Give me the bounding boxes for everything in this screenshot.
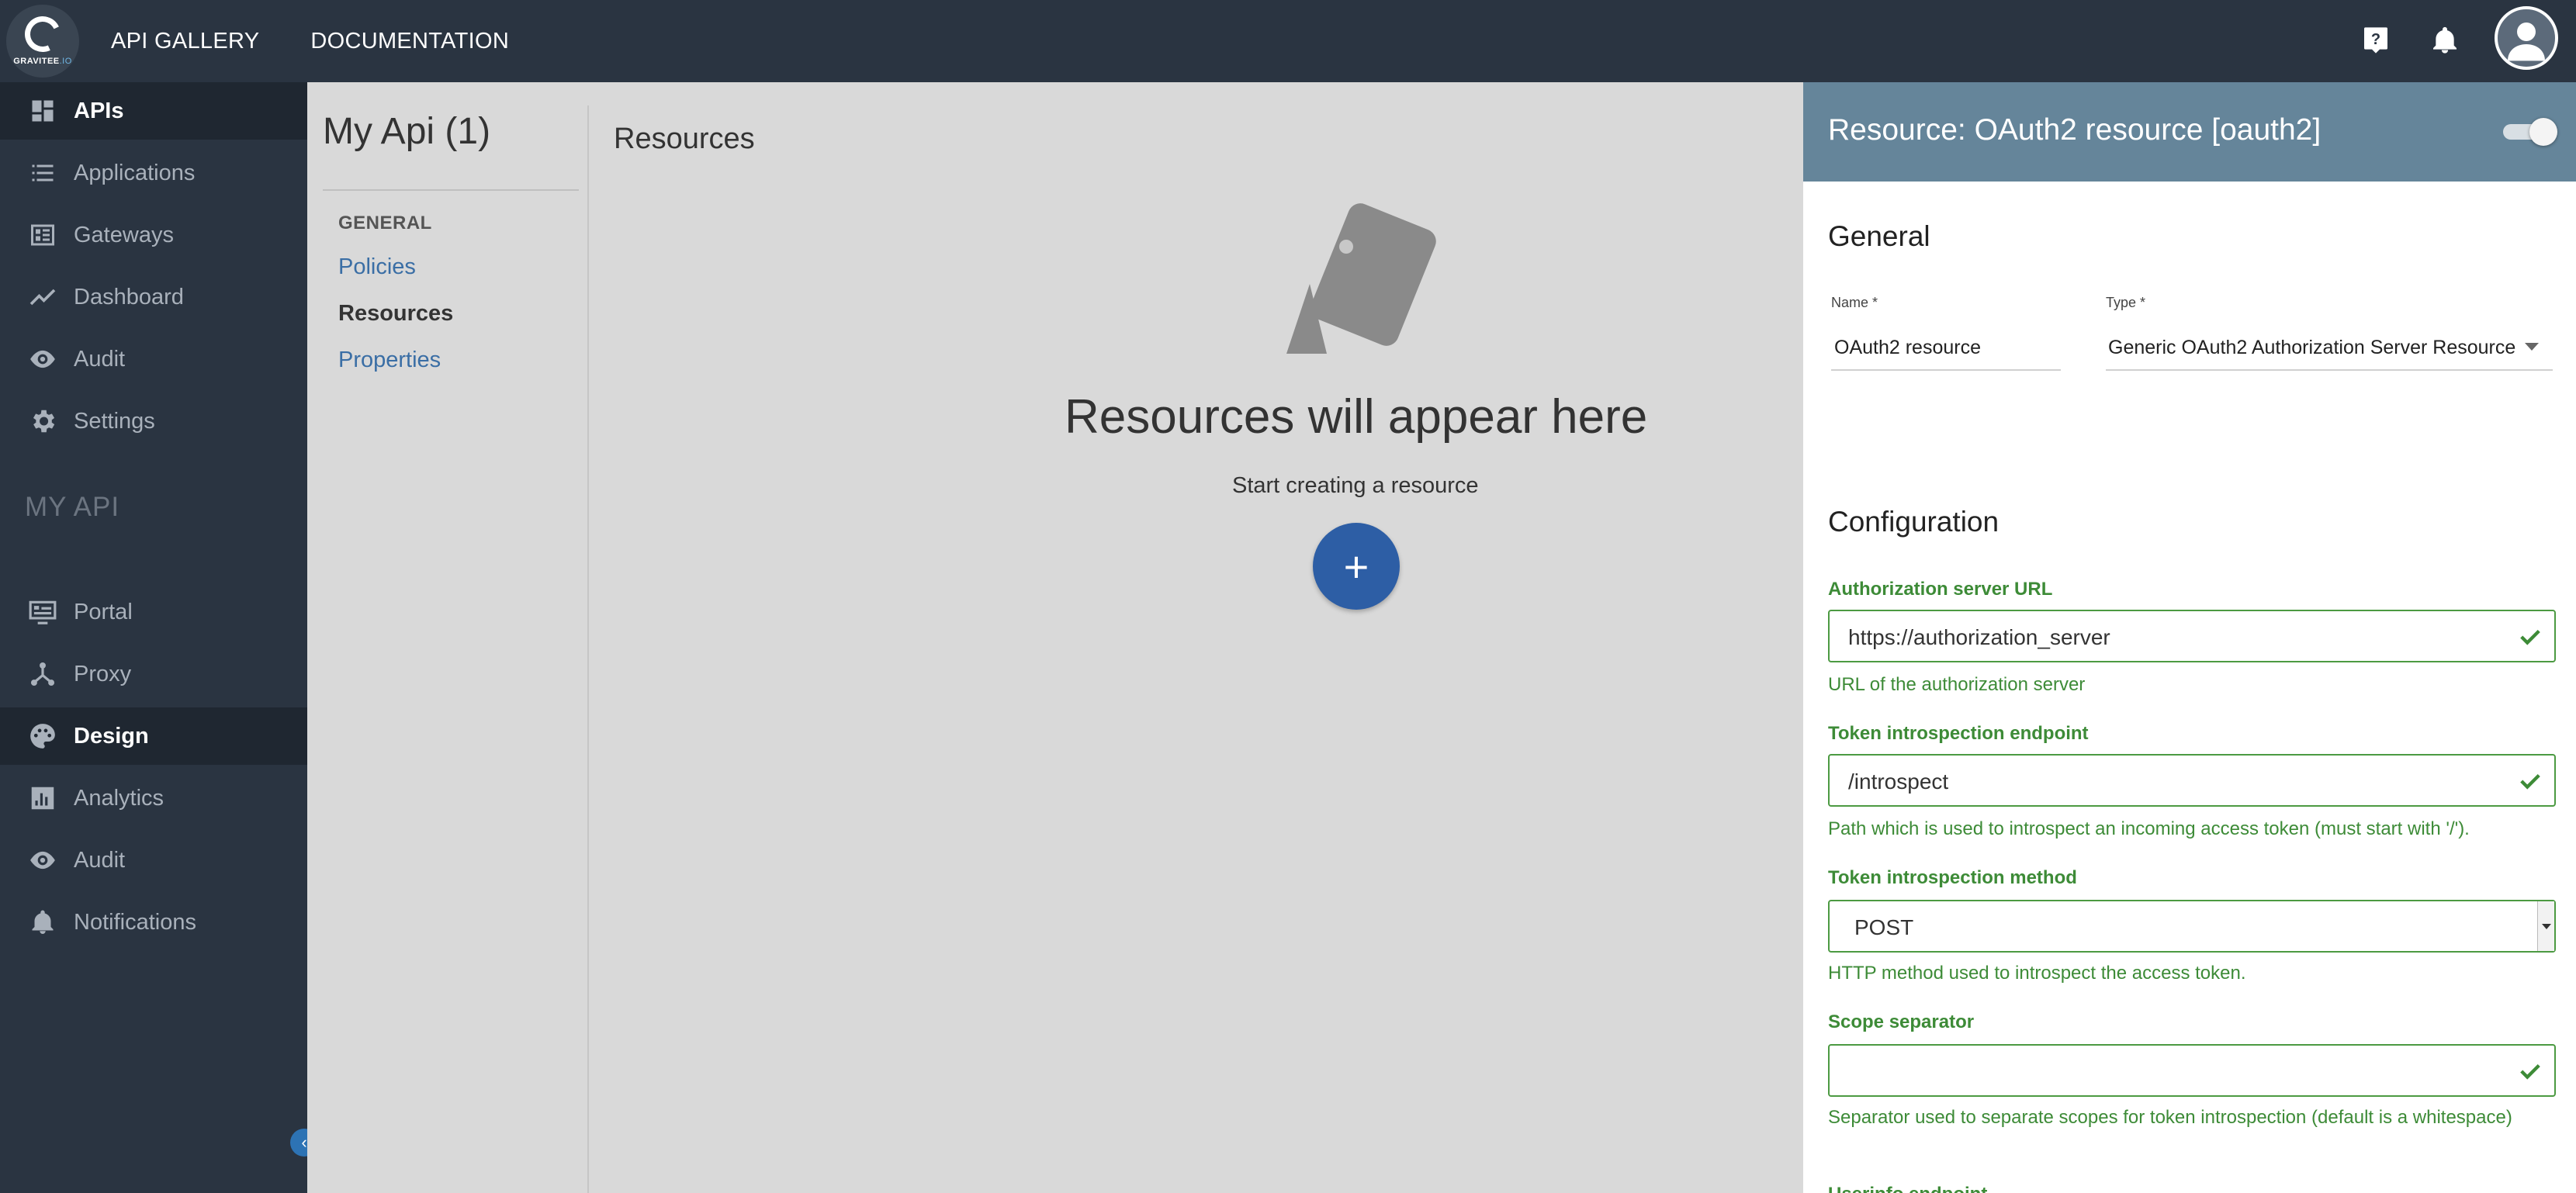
name-label: Name * xyxy=(1831,295,1878,310)
list-icon xyxy=(26,157,59,189)
nav-link-policies[interactable]: Policies xyxy=(338,254,416,280)
sidebar-item-design[interactable]: Design xyxy=(0,707,307,765)
chevron-left-icon: ‹ xyxy=(301,1132,307,1152)
sidebar-item-notifications[interactable]: Notifications xyxy=(0,894,307,951)
general-heading: General xyxy=(1828,220,1930,252)
scope-separator-label: Scope separator xyxy=(1828,1011,1975,1032)
type-label: Type * xyxy=(2106,295,2146,310)
help-icon[interactable]: ? xyxy=(2360,25,2391,56)
eye-icon xyxy=(26,343,59,375)
trending-icon xyxy=(26,281,59,313)
sidebar-item-analytics[interactable]: Analytics xyxy=(0,769,307,827)
logo-mark-icon xyxy=(19,11,66,57)
nav-section-general: GENERAL xyxy=(338,213,432,233)
token-introspection-endpoint-help: Path which is used to introspect an inco… xyxy=(1828,818,2470,839)
plus-icon: + xyxy=(1343,541,1369,591)
gear-icon xyxy=(26,405,59,437)
top-bar: GRAVITEE.IO API GALLERY DOCUMENTATION ? xyxy=(0,0,2576,82)
scope-separator-help: Separator used to separate scopes for to… xyxy=(1828,1107,2512,1128)
notifications-bell-icon[interactable] xyxy=(2429,25,2460,56)
scope-separator-input[interactable] xyxy=(1828,1044,2556,1097)
resource-enabled-toggle[interactable] xyxy=(2500,118,2557,146)
auth-server-url-label: Authorization server URL xyxy=(1828,579,2053,600)
chevron-down-icon[interactable] xyxy=(2525,343,2539,351)
sidebar-item-applications[interactable]: Applications xyxy=(0,144,307,202)
page-title: My Api (1) xyxy=(323,111,491,152)
user-avatar[interactable] xyxy=(2495,6,2558,70)
dashboard-icon xyxy=(26,95,59,127)
sidebar-section-my-api: MY API xyxy=(25,492,120,522)
check-icon xyxy=(2519,1060,2542,1087)
panel-title: Resource: OAuth2 resource [oauth2] xyxy=(1828,113,2322,147)
sidebar-item-proxy[interactable]: Proxy xyxy=(0,645,307,703)
empty-state-title: Resources will appear here xyxy=(1065,390,1648,444)
empty-resources-icon xyxy=(1272,199,1443,365)
sidebar-item-portal[interactable]: Portal xyxy=(0,583,307,641)
sidebar-item-dashboard[interactable]: Dashboard xyxy=(0,268,307,326)
divider xyxy=(323,189,579,191)
svg-text:?: ? xyxy=(2371,31,2380,48)
sidebar-item-api-audit[interactable]: Audit xyxy=(0,832,307,889)
userinfo-endpoint-label: Userinfo endpoint xyxy=(1828,1184,1987,1193)
token-introspection-endpoint-input[interactable]: /introspect xyxy=(1828,754,2556,807)
type-select[interactable]: Generic OAuth2 Authorization Server Reso… xyxy=(2108,337,2515,359)
add-resource-button[interactable]: + xyxy=(1313,523,1400,610)
sidebar: APIs Applications Gateways Dashboard Aud… xyxy=(0,82,307,1193)
nav-link-resources[interactable]: Resources xyxy=(338,301,453,327)
gravitee-logo[interactable]: GRAVITEE.IO xyxy=(6,5,79,78)
check-icon xyxy=(2519,625,2542,652)
main-content: My Api (1) GENERAL Policies Resources Pr… xyxy=(307,82,1803,1193)
api-gallery-link[interactable]: API GALLERY xyxy=(111,29,259,54)
divider xyxy=(587,105,589,1193)
sidebar-item-audit[interactable]: Audit xyxy=(0,330,307,388)
resource-panel: Resource: OAuth2 resource [oauth2] Gener… xyxy=(1803,82,2576,1193)
chevron-down-icon[interactable] xyxy=(2537,901,2554,951)
portal-icon xyxy=(26,596,59,628)
configuration-heading: Configuration xyxy=(1828,506,2000,538)
token-introspection-method-help: HTTP method used to introspect the acces… xyxy=(1828,963,2246,984)
token-introspection-method-select[interactable]: POST xyxy=(1828,900,2556,953)
name-input[interactable]: OAuth2 resource xyxy=(1834,337,1981,359)
bell-icon xyxy=(26,906,59,939)
check-icon xyxy=(2519,769,2542,797)
sidebar-item-apis[interactable]: APIs xyxy=(0,82,307,140)
auth-server-url-input[interactable]: https://authorization_server xyxy=(1828,610,2556,662)
documentation-link[interactable]: DOCUMENTATION xyxy=(310,29,509,54)
empty-state-subtitle: Start creating a resource xyxy=(1232,473,1479,498)
chart-icon xyxy=(26,782,59,814)
panel-header: Resource: OAuth2 resource [oauth2] xyxy=(1803,82,2576,182)
palette-icon xyxy=(26,720,59,752)
gateway-icon xyxy=(26,219,59,251)
token-introspection-method-label: Token introspection method xyxy=(1828,867,2077,888)
content-title: Resources xyxy=(614,123,755,155)
proxy-icon xyxy=(26,658,59,690)
sidebar-item-gateways[interactable]: Gateways xyxy=(0,206,307,264)
auth-server-url-help: URL of the authorization server xyxy=(1828,674,2086,695)
token-introspection-endpoint-label: Token introspection endpoint xyxy=(1828,723,2089,744)
sidebar-item-settings[interactable]: Settings xyxy=(0,392,307,450)
nav-link-properties[interactable]: Properties xyxy=(338,348,441,373)
eye-icon xyxy=(26,844,59,877)
